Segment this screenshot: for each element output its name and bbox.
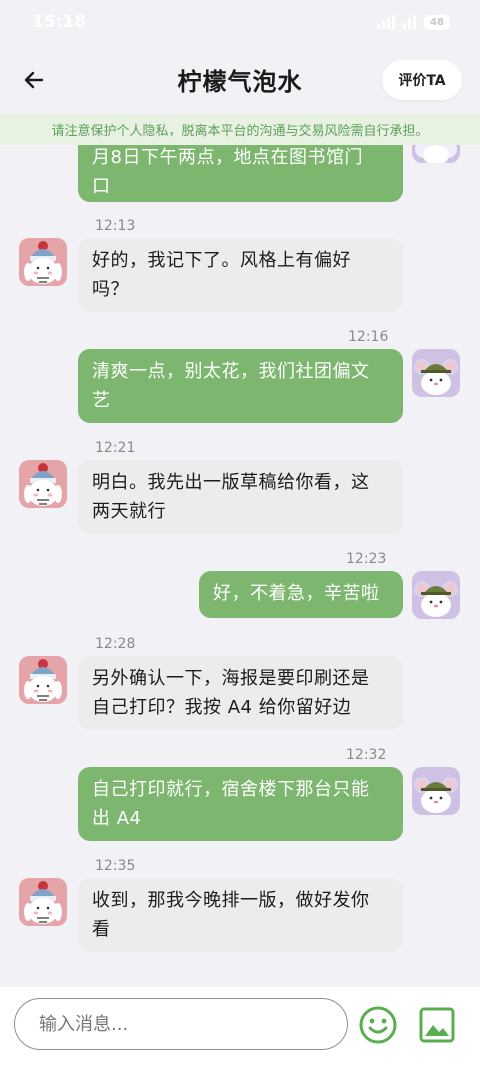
input-bar	[0, 987, 480, 1067]
message-line: 收到，那我今晚排一版，做好发你	[92, 890, 370, 911]
privacy-notice: 请注意保护个人隐私，脱离本平台的沟通与交易风险需自行承担。	[0, 114, 480, 145]
mouse-avatar-icon	[414, 359, 458, 395]
message-line: 吗？	[92, 279, 129, 300]
message-bubble-theirs[interactable]: 收到，那我今晚排一版，做好发你 看	[78, 878, 403, 952]
rate-button[interactable]: 评价TA	[382, 60, 462, 100]
my-avatar[interactable]	[412, 349, 460, 397]
mouse-avatar-icon	[415, 145, 457, 163]
message-time: 12:32	[346, 747, 387, 763]
message-time: 12:16	[348, 329, 389, 345]
message-line: 两天就行	[92, 501, 166, 522]
message-line: 出 A4	[92, 808, 142, 829]
status-bar: 15:18 48	[0, 0, 480, 44]
my-avatar[interactable]	[412, 571, 460, 619]
message-input[interactable]	[14, 998, 348, 1050]
signal-icon	[377, 15, 395, 29]
message-bubble-mine[interactable]: 自己打印就行，宿舍楼下那台只能 出 A4	[78, 767, 403, 841]
mouse-avatar-icon	[414, 777, 458, 813]
message-line: 清爽一点，别太花，我们社团偏文	[92, 361, 370, 382]
message-line: 月8日下午两点，地点在图书馆门	[92, 147, 363, 168]
mouse-avatar-icon	[414, 581, 458, 617]
emoji-icon[interactable]	[358, 1005, 398, 1045]
message-time: 12:35	[95, 858, 136, 874]
message-bubble-theirs[interactable]: 另外确认一下，海报是要印刷还是 自己打印？我按 A4 给你留好边	[78, 656, 403, 730]
message-bubble-mine[interactable]: 清爽一点，别太花，我们社团偏文 艺	[78, 349, 403, 423]
message-line: 自己打印？我按 A4 给你留好边	[92, 697, 352, 718]
status-icons: 48	[377, 14, 450, 30]
contact-avatar[interactable]	[19, 878, 67, 926]
bunny-avatar-icon	[24, 463, 62, 506]
bunny-avatar-icon	[24, 881, 62, 924]
message-bubble-theirs[interactable]: 明白。我先出一版草稿给你看，这 两天就行	[78, 460, 403, 534]
message-bubble-theirs[interactable]: 好的，我记下了。风格上有偏好 吗？	[78, 238, 403, 312]
contact-avatar[interactable]	[19, 460, 67, 508]
message-time: 12:28	[95, 636, 136, 652]
contact-avatar[interactable]	[19, 656, 67, 704]
status-time: 15:18	[32, 12, 87, 32]
bunny-avatar-icon	[24, 241, 62, 284]
message-line: 自己打印就行，宿舍楼下那台只能	[92, 779, 370, 800]
image-icon[interactable]	[418, 1006, 456, 1044]
battery-icon: 48	[424, 14, 450, 30]
bunny-avatar-icon	[24, 659, 62, 702]
message-line: 口	[92, 176, 111, 197]
message-time: 12:21	[95, 440, 136, 456]
message-bubble-mine[interactable]: 月8日下午两点，地点在图书馆门 口	[78, 145, 403, 202]
message-time: 12:13	[95, 218, 136, 234]
message-time: 12:23	[346, 551, 387, 567]
message-line: 好的，我记下了。风格上有偏好	[92, 250, 351, 271]
message-line: 好，不着急，辛苦啦	[213, 583, 380, 604]
my-avatar[interactable]	[412, 767, 460, 815]
message-line: 另外确认一下，海报是要印刷还是	[92, 668, 370, 689]
message-list[interactable]: 月8日下午两点，地点在图书馆门 口 12:13 好的，我记下了。风格上有偏好 吗…	[0, 145, 480, 987]
my-avatar[interactable]	[412, 145, 460, 163]
message-bubble-mine[interactable]: 好，不着急，辛苦啦	[199, 571, 403, 618]
contact-avatar[interactable]	[19, 238, 67, 286]
message-line: 看	[92, 919, 111, 940]
message-line: 艺	[92, 390, 111, 411]
chat-header: 柠檬气泡水 评价TA	[0, 50, 480, 110]
wifi-icon	[403, 15, 416, 29]
message-line: 明白。我先出一版草稿给你看，这	[92, 472, 370, 493]
